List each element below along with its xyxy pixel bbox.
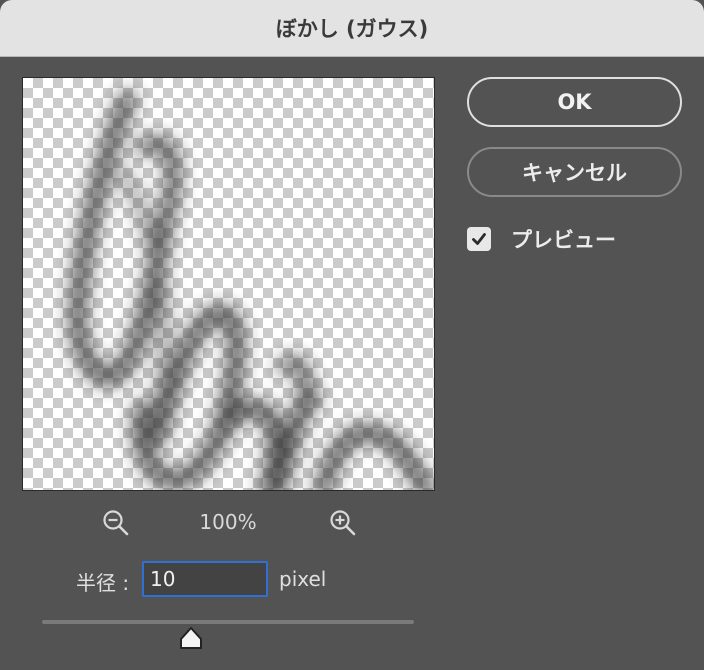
gaussian-blur-dialog: ぼかし (ガウス) 100% 半径: 10 pixel OK キャンセル プレ…: [0, 0, 704, 670]
checkmark-icon: [472, 233, 486, 245]
blur-preview-canvas[interactable]: [22, 77, 435, 491]
dialog-titlebar[interactable]: ぼかし (ガウス): [0, 0, 704, 57]
ok-button-label: OK: [557, 90, 592, 114]
radius-unit-label: pixel: [279, 567, 327, 591]
zoom-in-button[interactable]: [328, 508, 358, 538]
preview-label: プレビュー: [511, 228, 616, 252]
radius-slider-track[interactable]: [42, 620, 414, 624]
cancel-button[interactable]: キャンセル: [467, 147, 682, 197]
radius-row: 半径 : pixel: [0, 561, 704, 597]
slider-thumb-icon: [179, 627, 202, 649]
radius-slider-thumb[interactable]: [178, 626, 204, 650]
cancel-button-label: キャンセル: [522, 161, 627, 185]
zoom-out-icon: [103, 510, 129, 536]
radius-label: 半径 :: [76, 571, 130, 595]
zoom-level: 100%: [199, 510, 257, 534]
radius-input[interactable]: [142, 561, 268, 597]
preview-checkbox[interactable]: [467, 227, 491, 251]
blurred-stroke-artwork: [69, 90, 434, 490]
zoom-in-icon: [330, 510, 356, 536]
dialog-title: ぼかし (ガウス): [275, 17, 429, 41]
preview-checkbox-row[interactable]: プレビュー: [467, 224, 616, 254]
zoom-controls: 100%: [22, 508, 433, 538]
zoom-out-button[interactable]: [101, 508, 131, 538]
ok-button[interactable]: OK: [467, 77, 682, 127]
